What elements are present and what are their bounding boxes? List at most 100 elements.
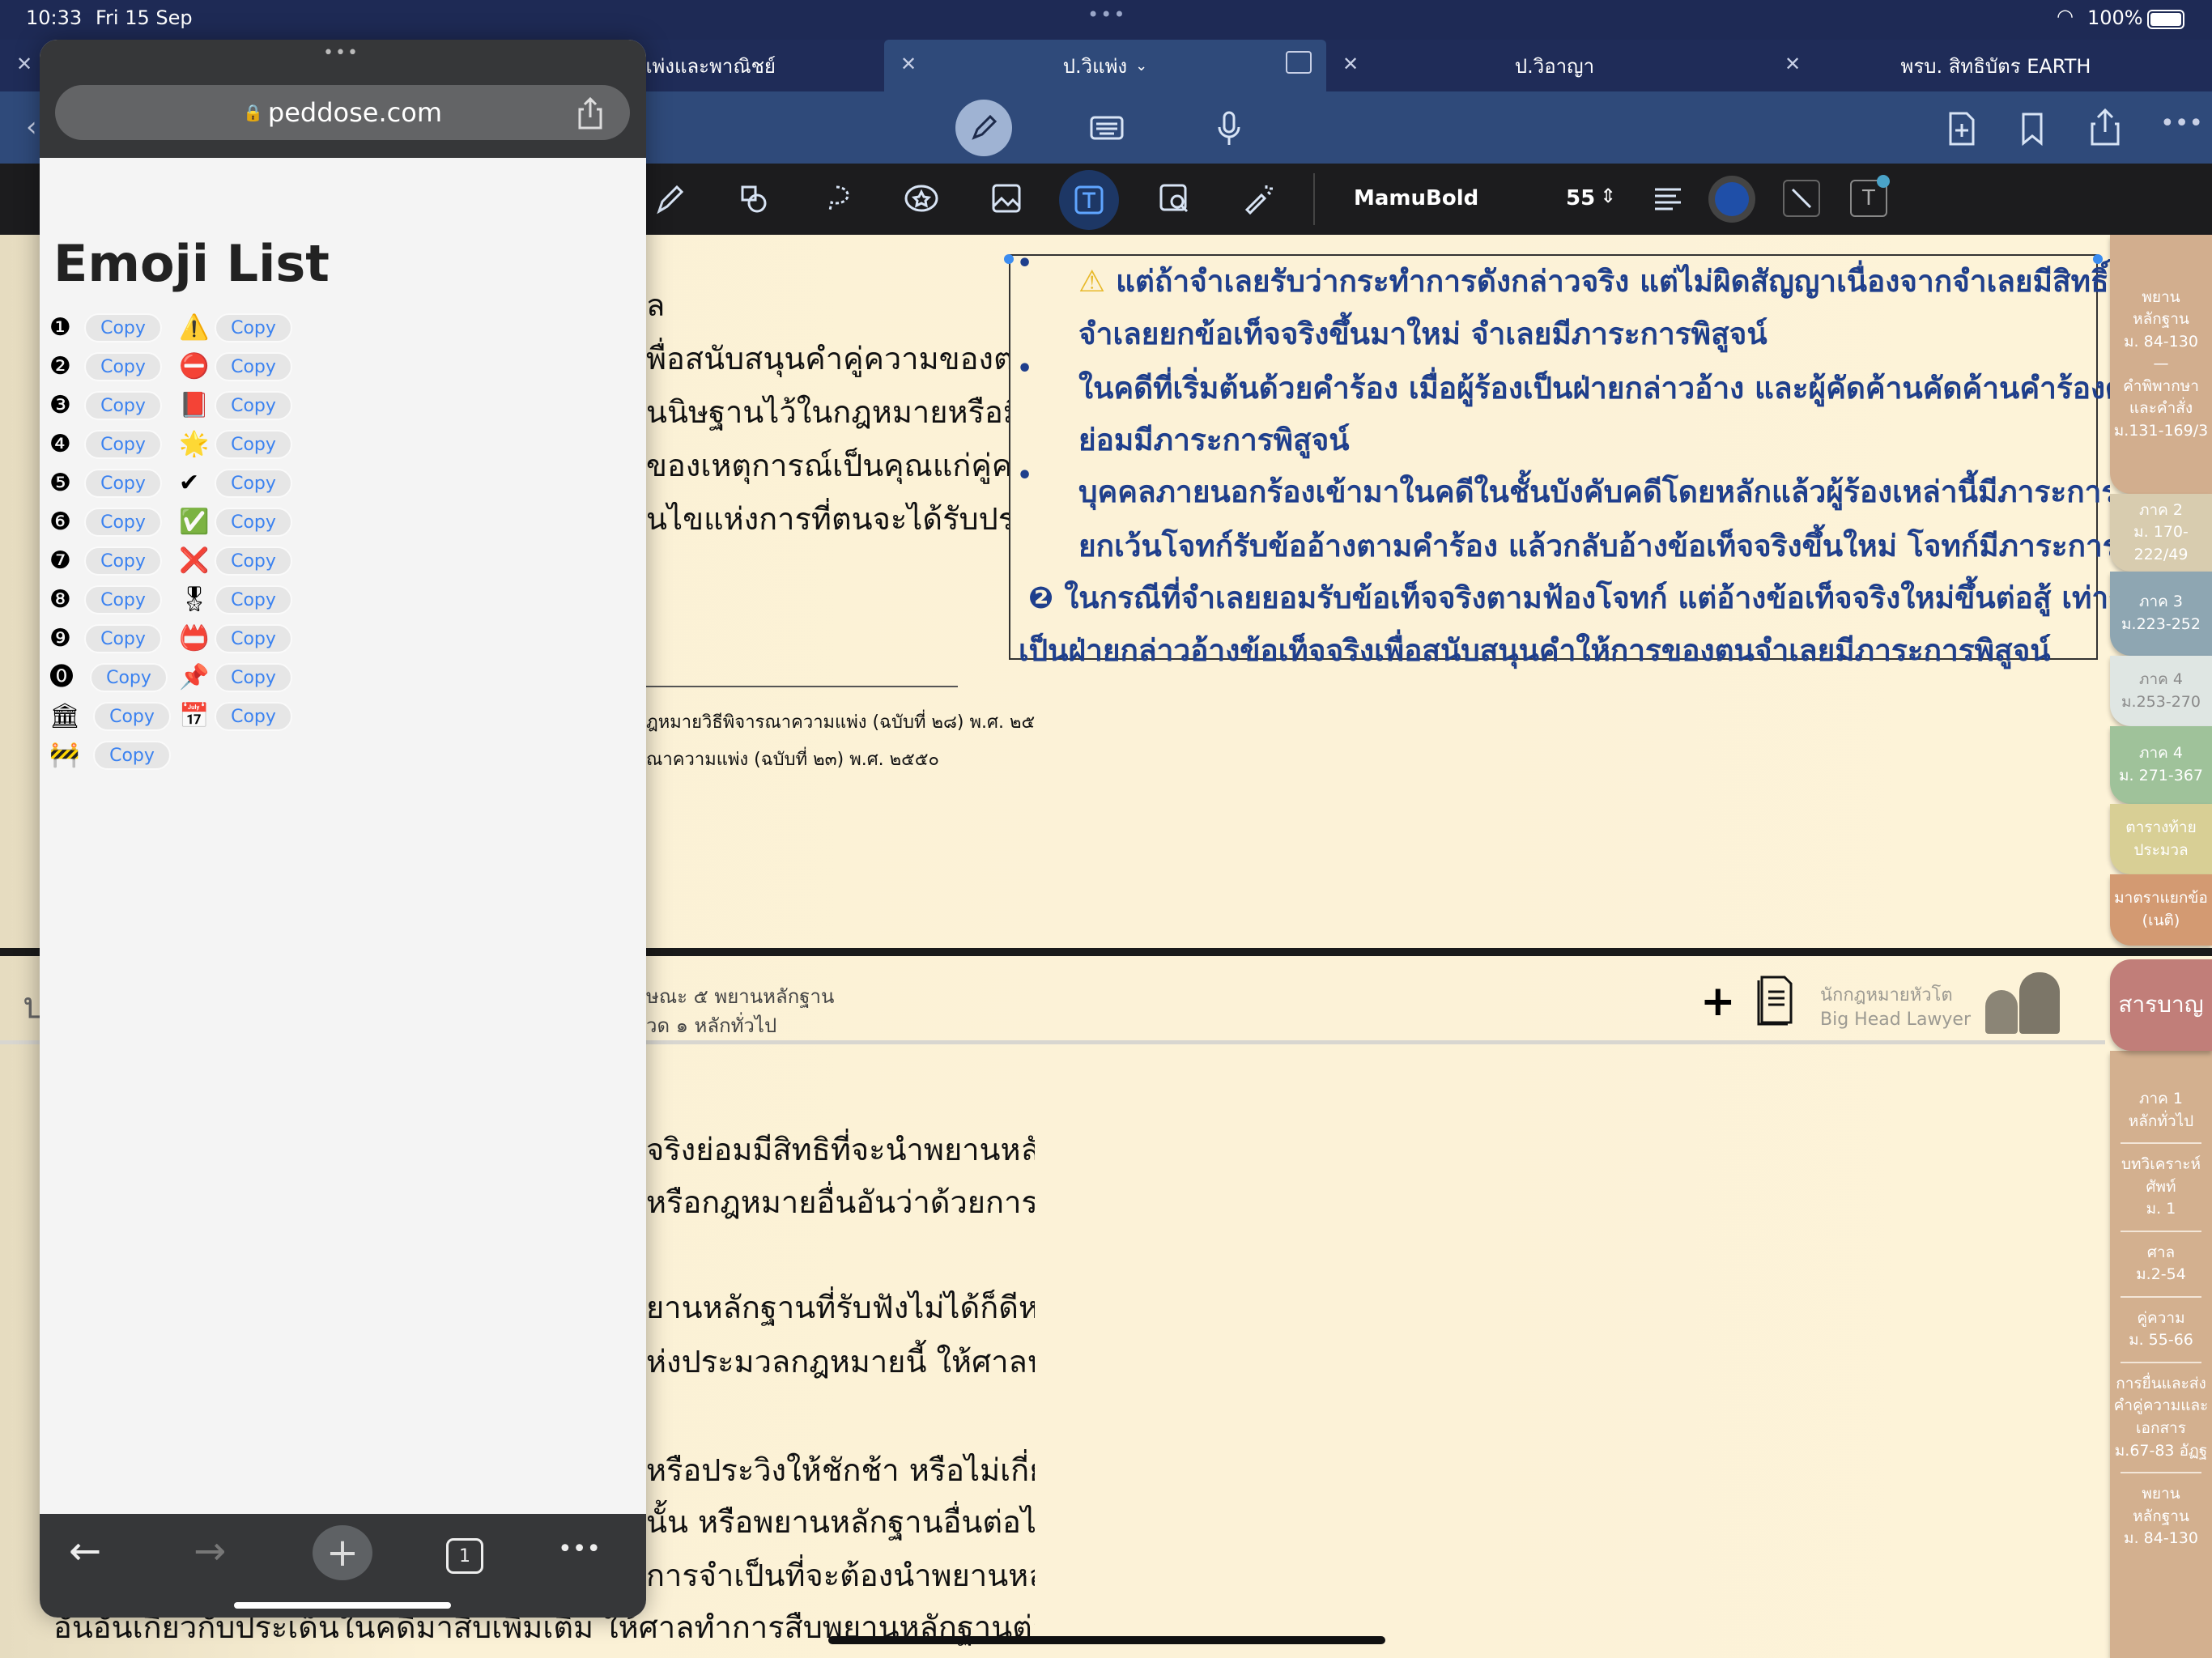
keyboard-icon: [1090, 116, 1124, 140]
copy-button[interactable]: Copy: [93, 702, 171, 731]
copy-button[interactable]: Copy: [215, 546, 292, 576]
textbox-line: เป็นฝ่ายกล่าวอ้างข้อเท็จจริงเพื่อสนับสนุ…: [1019, 633, 2051, 668]
font-name-selector[interactable]: MamuBold: [1354, 186, 1478, 210]
new-tab-button[interactable]: +: [313, 1525, 372, 1580]
section-tab[interactable]: บทวิเคราะห์ ศัพท์ ม. 1: [2121, 1154, 2201, 1221]
bookmark-button[interactable]: [2016, 109, 2048, 148]
section-tab[interactable]: ภาค 4 ม.253-270: [2110, 656, 2212, 726]
copy-button[interactable]: Copy: [84, 313, 162, 342]
tab-close-icon[interactable]: ✕: [1342, 53, 1359, 75]
copy-button[interactable]: Copy: [215, 391, 292, 420]
copy-button[interactable]: Copy: [84, 469, 162, 498]
status-date: Fri 15 Sep: [96, 6, 193, 29]
copy-button[interactable]: Copy: [84, 508, 162, 537]
copy-button[interactable]: Copy: [84, 624, 162, 653]
copy-button[interactable]: Copy: [215, 352, 292, 381]
body-text-line: พื่อสนับสนุนคำคู่ความของตน ให้คู่: [646, 341, 1009, 376]
share-button[interactable]: [2087, 106, 2123, 148]
status-bar: 10:33 Fri 15 Sep ••• ◠ 100%: [0, 0, 2212, 40]
stepper-chevrons-icon[interactable]: ⇕: [1600, 185, 1616, 207]
split-view-icon[interactable]: [1286, 51, 1312, 74]
toolbar-divider: [1313, 173, 1315, 225]
more-menu-icon[interactable]: •••: [558, 1535, 601, 1563]
emoji: 🎖: [179, 585, 211, 614]
line-style-button[interactable]: [1783, 180, 1820, 217]
tab-criminal-procedure[interactable]: ป.วิอาญา: [1376, 40, 1733, 91]
copy-button[interactable]: Copy: [84, 546, 162, 576]
copy-button[interactable]: Copy: [215, 624, 292, 653]
tab-separator: [2120, 1361, 2202, 1363]
copy-button[interactable]: Copy: [84, 352, 162, 381]
back-arrow-icon[interactable]: ←: [69, 1528, 101, 1574]
forward-arrow-icon[interactable]: →: [194, 1528, 226, 1574]
chevron-down-icon[interactable]: ⌄: [1135, 57, 1147, 74]
section-tab[interactable]: ภาค 1 หลักทั่วไป: [2129, 1088, 2193, 1133]
image-search-tool[interactable]: [1155, 180, 1193, 217]
sticker-icon: [904, 185, 938, 212]
battery-icon: [2147, 10, 2184, 29]
copy-button[interactable]: Copy: [84, 585, 162, 614]
section-tab[interactable]: การยื่นและส่ง คำคู่ความและ เอกสาร ม.67-8…: [2114, 1373, 2209, 1462]
share-button[interactable]: [574, 95, 606, 132]
text-color-picker[interactable]: [1708, 176, 1755, 223]
more-options-icon[interactable]: •••: [2160, 109, 2203, 138]
bookmark-icon: [2022, 113, 2043, 146]
font-size-stepper[interactable]: 55: [1566, 186, 1595, 210]
shapes-tool[interactable]: [735, 180, 772, 217]
copy-button[interactable]: Copy: [215, 585, 292, 614]
copy-button[interactable]: Copy: [215, 430, 292, 459]
section-tab[interactable]: พยาน หลักฐาน ม. 84-130 — คำพิพากษา และคำ…: [2110, 235, 2212, 494]
tab-label: พรบ. สิทธิบัตร EARTH: [1900, 54, 2091, 78]
tab-civil-procedure[interactable]: ป.วิแพ่ง ⌄: [884, 40, 1326, 91]
section-tab[interactable]: มาตราแยกข้อ (เนติ): [2110, 874, 2212, 946]
table-of-contents-tab[interactable]: สารบาญ: [2110, 959, 2212, 1051]
copy-button[interactable]: Copy: [84, 391, 162, 420]
laser-pointer-tool[interactable]: [1240, 180, 1277, 217]
microphone-button[interactable]: [1214, 109, 1244, 148]
section-tab[interactable]: ตารางท้าย ประมวล: [2110, 804, 2212, 874]
address-bar[interactable]: 🔒 peddose.com: [55, 85, 630, 140]
add-icon[interactable]: +: [1700, 977, 1736, 1026]
document-icon[interactable]: [1755, 972, 1797, 1026]
textbox-line: ในคดีที่เริ่มต้นด้วยคำร้อง เมื่อผู้ร้องเ…: [1078, 371, 2110, 406]
copy-button[interactable]: Copy: [215, 663, 292, 692]
text-tool[interactable]: [1059, 170, 1119, 230]
tab-close-icon[interactable]: ✕: [900, 53, 917, 75]
textbox-line: ยกเว้นโจทก์รับข้ออ้างตามคำร้อง แล้วกลับอ…: [1078, 529, 2110, 563]
section-tab[interactable]: พยาน หลักฐาน ม. 84-130: [2124, 1483, 2198, 1550]
copy-button[interactable]: Copy: [215, 702, 292, 731]
tab-close-icon[interactable]: ✕: [16, 53, 32, 75]
back-chevron-icon[interactable]: ‹: [26, 111, 37, 143]
section-tab[interactable]: ภาค 3 ม.223-252: [2110, 572, 2212, 656]
copy-button[interactable]: Copy: [93, 741, 171, 770]
section-tab[interactable]: ศาล ม.2-54: [2136, 1242, 2186, 1286]
multitask-dots-icon[interactable]: •••: [1087, 3, 1126, 26]
drag-handle-dots-icon[interactable]: •••: [323, 43, 359, 63]
text-box-icon: [1074, 185, 1104, 215]
section-tab[interactable]: ภาค 2 ม. 170-222/49: [2110, 494, 2212, 572]
copy-button[interactable]: Copy: [215, 313, 292, 342]
tab-civil-commercial[interactable]: แพ่งและพาณิชย์: [640, 40, 802, 91]
tab-close-icon[interactable]: ✕: [1784, 53, 1801, 75]
text-align-button[interactable]: [1652, 185, 1684, 214]
section-tab[interactable]: ภาค 4 ม. 271-367: [2110, 726, 2212, 804]
tab-patent-act[interactable]: พรบ. สิทธิบัตร EARTH: [1814, 40, 2178, 91]
copy-button[interactable]: Copy: [84, 430, 162, 459]
section-tab[interactable]: คู่ความ ม. 55-66: [2129, 1307, 2193, 1352]
add-page-button[interactable]: [1945, 109, 1979, 148]
pen-tool[interactable]: [652, 180, 689, 217]
laser-pointer-icon: [1244, 185, 1273, 215]
pencil-mode-button[interactable]: [955, 100, 1012, 156]
resize-handle[interactable]: [1004, 254, 1014, 264]
copy-button[interactable]: Copy: [215, 469, 292, 498]
keyboard-button[interactable]: [1090, 111, 1124, 145]
body-text-line: การจำเป็นที่จะต้องนำพยานหลักฐาน: [646, 1558, 1035, 1593]
selected-text-box[interactable]: • • • ⚠ แต่ถ้าจำเลยรับว่ากระทำการดังกล่า…: [1004, 249, 2110, 668]
image-tool[interactable]: [988, 180, 1025, 217]
sticker-tool[interactable]: [903, 180, 940, 217]
home-indicator[interactable]: [828, 1636, 1385, 1644]
copy-button[interactable]: Copy: [215, 508, 292, 537]
copy-button[interactable]: Copy: [90, 663, 168, 692]
tab-switcher-button[interactable]: 1: [446, 1538, 483, 1574]
lasso-tool[interactable]: [818, 180, 855, 217]
